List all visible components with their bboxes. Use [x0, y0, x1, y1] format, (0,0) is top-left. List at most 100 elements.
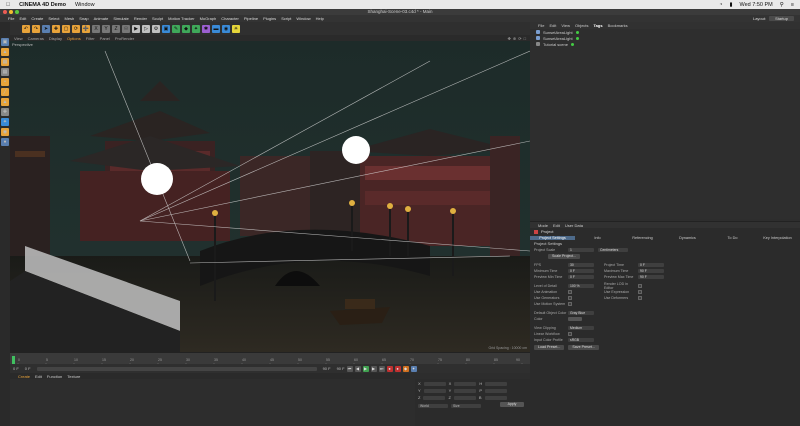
end-frame-field-2[interactable]: 90 F	[337, 366, 345, 371]
menu-list-icon[interactable]: ≡	[791, 2, 794, 8]
render-picture-viewer-icon[interactable]: ▷	[142, 24, 150, 33]
coord-size-select[interactable]: Size	[451, 404, 481, 408]
scale-project-button[interactable]: Scale Project...	[548, 253, 581, 259]
preview-min-field[interactable]: 0 F	[568, 275, 594, 279]
rotate-icon[interactable]: ⟳	[72, 24, 80, 33]
menu-mograph[interactable]: MoGraph	[200, 16, 217, 21]
menu-snap[interactable]: Snap	[79, 16, 88, 21]
material-menu-function[interactable]: Function	[47, 374, 62, 379]
range-slider[interactable]	[36, 366, 317, 371]
cube-icon[interactable]: ▣	[162, 24, 170, 33]
texture-mode-icon[interactable]: ▦	[1, 58, 9, 66]
menu-help[interactable]: Help	[316, 16, 324, 21]
play-icon[interactable]: ▶	[362, 365, 369, 372]
autokey-icon[interactable]: ●	[394, 365, 401, 372]
lod-field[interactable]: 100 %	[568, 284, 594, 288]
light-icon[interactable]: ☀	[232, 24, 240, 33]
linear-workflow-checkbox[interactable]	[568, 332, 572, 336]
select-icon[interactable]: ➤	[42, 24, 50, 33]
list-item[interactable]: Tutorial scene	[530, 41, 800, 47]
view-clipping-select[interactable]: Medium	[568, 326, 594, 330]
menu-character[interactable]: Character	[221, 16, 239, 21]
z-axis-icon[interactable]: Z	[112, 24, 120, 33]
area-light-2[interactable]	[342, 136, 370, 164]
use-expression-checkbox[interactable]	[638, 290, 642, 294]
tab-project-settings[interactable]: Project Settings	[530, 236, 575, 240]
viewport-menu-view[interactable]: View	[14, 36, 23, 41]
use-deformers-checkbox[interactable]	[638, 296, 642, 300]
menu-simulate[interactable]: Simulate	[113, 16, 129, 21]
layout-select[interactable]: Startup	[769, 16, 794, 21]
load-preset-button[interactable]: Load Preset...	[534, 344, 565, 350]
render-settings-icon[interactable]: ⚙	[152, 24, 160, 33]
end-frame-field[interactable]: 90 F	[323, 366, 331, 371]
zoom-window-button[interactable]	[15, 10, 19, 14]
x-axis-icon[interactable]: X	[92, 24, 100, 33]
y-axis-icon[interactable]: Y	[102, 24, 110, 33]
menu-create[interactable]: Create	[31, 16, 43, 21]
keyframe-icon[interactable]: ◆	[402, 365, 409, 372]
make-editable-icon[interactable]: ▣	[1, 38, 9, 46]
viewport-menu-options[interactable]: Options	[67, 36, 81, 41]
use-motion-checkbox[interactable]	[568, 302, 572, 306]
obj-menu-tags[interactable]: Tags	[594, 23, 603, 28]
solo-icon[interactable]: ●	[1, 138, 9, 146]
tab-info[interactable]: Info	[575, 236, 620, 240]
color-profile-select[interactable]: sRGB	[568, 338, 594, 342]
viewport-menu-panel[interactable]: Panel	[100, 36, 110, 41]
menu-file[interactable]: File	[8, 16, 14, 21]
menu-mesh[interactable]: Mesh	[65, 16, 75, 21]
subdivision-icon[interactable]: ◆	[182, 24, 190, 33]
obj-menu-file[interactable]: File	[538, 23, 544, 28]
project-scale-unit[interactable]: Centimeters	[598, 248, 628, 252]
menu-select[interactable]: Select	[48, 16, 59, 21]
color-swatch[interactable]	[568, 317, 582, 321]
next-key-icon[interactable]: ▶	[370, 365, 377, 372]
visibility-dot-icon[interactable]	[570, 42, 574, 46]
menu-pipeline[interactable]: Pipeline	[244, 16, 258, 21]
area-light-1[interactable]	[141, 163, 173, 195]
fps-field[interactable]: 30	[568, 263, 594, 267]
obj-menu-bookmarks[interactable]: Bookmarks	[608, 23, 628, 28]
apply-button[interactable]: Apply	[500, 402, 524, 407]
move-icon[interactable]: ✚	[52, 24, 60, 33]
zoom-icon[interactable]: ⊕	[513, 36, 516, 41]
floor-icon[interactable]: ▬	[212, 24, 220, 33]
wifi-icon[interactable]: ◔	[719, 2, 722, 8]
visibility-dot-icon[interactable]	[575, 36, 579, 40]
apple-icon[interactable]: 	[6, 2, 10, 8]
obj-menu-objects[interactable]: Objects	[575, 23, 589, 28]
timeline[interactable]: 0 5 10 15 20 25 30 35 40 45 50 55 60 65 …	[10, 352, 530, 366]
viewport[interactable]: Perspective Grid Spacing : 10000 cm	[10, 41, 530, 352]
snap-icon[interactable]: ✦	[1, 118, 9, 126]
viewport-menu-filter[interactable]: Filter	[86, 36, 95, 41]
playhead[interactable]	[12, 356, 15, 364]
recent-tool-icon[interactable]: ➕	[82, 24, 90, 33]
menu-plugins[interactable]: Plugins	[263, 16, 276, 21]
tab-referencing[interactable]: Referencing	[620, 236, 665, 240]
preview-max-field[interactable]: 90 F	[638, 275, 664, 279]
tab-todo[interactable]: To Do	[710, 236, 755, 240]
pan-icon[interactable]: ✥	[508, 36, 511, 41]
use-animation-checkbox[interactable]	[568, 290, 572, 294]
motion-icon[interactable]: ✦	[410, 365, 417, 372]
menu-render[interactable]: Render	[134, 16, 147, 21]
coord-field[interactable]	[485, 388, 508, 393]
tab-key-interpolation[interactable]: Key Interpolation	[755, 236, 800, 240]
coord-field[interactable]	[454, 381, 477, 386]
close-window-button[interactable]	[3, 10, 7, 14]
camera-icon[interactable]: ◉	[222, 24, 230, 33]
object-color-select[interactable]: Gray Blue	[568, 311, 594, 315]
visibility-dot-icon[interactable]	[575, 30, 579, 34]
array-icon[interactable]: ✦	[192, 24, 200, 33]
tab-dynamics[interactable]: Dynamics	[665, 236, 710, 240]
project-scale-field[interactable]: 1	[568, 248, 594, 252]
record-icon[interactable]: ●	[386, 365, 393, 372]
use-generators-checkbox[interactable]	[568, 296, 572, 300]
app-name[interactable]: CINEMA 4D Demo	[19, 2, 66, 8]
goto-start-icon[interactable]: ⏮	[346, 365, 353, 372]
mac-menu-window[interactable]: Window	[75, 2, 95, 8]
material-menu-create[interactable]: Create	[18, 374, 30, 379]
edges-mode-icon[interactable]: ╱	[1, 88, 9, 96]
redo-icon[interactable]: ↷	[32, 24, 40, 33]
